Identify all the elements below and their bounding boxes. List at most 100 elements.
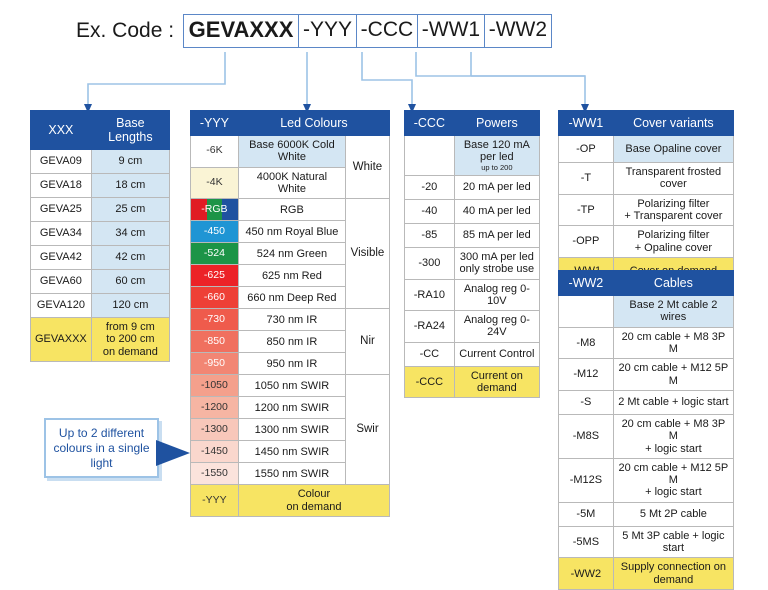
row-value: 850 nm IR bbox=[237, 330, 347, 354]
row-code: GEVA60 bbox=[30, 269, 92, 294]
row-code: -5M bbox=[558, 501, 614, 527]
row-value: Current on demand bbox=[453, 365, 541, 399]
row-value: 42 cm bbox=[90, 245, 171, 270]
table-row: -6K Base 6000K Cold White White bbox=[190, 134, 390, 200]
table-row: -RGB RGB Visible bbox=[190, 198, 390, 310]
connector-ccc bbox=[361, 52, 413, 108]
row-group-label: Swir bbox=[345, 374, 390, 486]
row-code-swatch: -4K bbox=[190, 166, 239, 200]
row-value: Colour on demand bbox=[237, 484, 391, 517]
row-code-swatch: -RGB bbox=[190, 198, 239, 222]
row-value: Base 120 mA per led up to 200 bbox=[453, 135, 541, 176]
row-code: -TP bbox=[558, 193, 614, 227]
row-value: 2 Mt cable + logic start bbox=[612, 389, 735, 415]
diagram-canvas: Ex. Code : GEVAXXX -YYY -CCC -WW1 -WW2 X… bbox=[0, 0, 768, 590]
table-row: -T Transparent frosted cover bbox=[558, 162, 735, 195]
row-code: -M12 bbox=[558, 358, 614, 391]
table-row: GEVA09 9 cm bbox=[30, 149, 171, 174]
row-value: 9 cm bbox=[90, 149, 171, 174]
table-row: -TP Polarizing filter + Transparent cover bbox=[558, 193, 735, 227]
table-body: GEVA09 9 cm GEVA18 18 cm GEVA25 25 cm GEVA34 34… bbox=[30, 149, 171, 362]
table-header-row: XXX Base Lengths bbox=[30, 110, 171, 150]
table-row: GEVA60 60 cm bbox=[30, 269, 171, 294]
row-code-swatch: -1200 bbox=[190, 396, 239, 420]
col-header-ww2: -WW2 bbox=[558, 270, 614, 296]
table-header-row: -WW1 Cover variants bbox=[558, 110, 735, 136]
table-row: -CC Current Control bbox=[404, 341, 541, 367]
table-row: -RA24 Analog reg 0-24V bbox=[404, 310, 541, 343]
table-row: -40 40 mA per led bbox=[404, 198, 541, 224]
table-row: -OPP Polarizing filter + Opaline cover bbox=[558, 225, 735, 258]
row-value: Base 6000K Cold White bbox=[237, 135, 347, 168]
row-code: -M8 bbox=[558, 326, 614, 360]
col-header-cables: Cables bbox=[612, 270, 735, 296]
table-row: -CCC Current on demand bbox=[404, 365, 541, 399]
row-value: Analog reg 0-10V bbox=[453, 278, 541, 312]
row-code: GEVA09 bbox=[30, 149, 92, 174]
row-value: 450 nm Royal Blue bbox=[237, 220, 347, 244]
table-row: -OP Base Opaline cover bbox=[558, 135, 735, 163]
row-value: Polarizing filter + Opaline cover bbox=[612, 225, 735, 258]
row-value: 4000K Natural White bbox=[237, 166, 347, 200]
row-code-swatch: -1050 bbox=[190, 374, 239, 398]
row-value-sub: up to 200 bbox=[481, 162, 513, 172]
table-row: GEVA120 120 cm bbox=[30, 293, 171, 318]
row-code: -WW2 bbox=[558, 557, 614, 590]
row-value: Polarizing filter + Transparent cover bbox=[612, 193, 735, 227]
row-value: 18 cm bbox=[90, 173, 171, 198]
table-row: Base 2 Mt cable 2 wires bbox=[558, 295, 735, 328]
table-row: GEVA34 34 cm bbox=[30, 221, 171, 246]
row-value: 40 mA per led bbox=[453, 198, 541, 224]
table-row: -300 300 mA per led only strobe use bbox=[404, 246, 541, 280]
row-value: Analog reg 0-24V bbox=[453, 310, 541, 343]
table-row: -RA10 Analog reg 0-10V bbox=[404, 278, 541, 312]
row-code: -300 bbox=[404, 246, 455, 280]
row-code: -CCC bbox=[404, 365, 455, 399]
table-row: -85 85 mA per led bbox=[404, 222, 541, 248]
row-code: -OP bbox=[558, 135, 614, 163]
connector-gevaxxx bbox=[87, 52, 226, 108]
table-row: -M12 20 cm cable + M12 5P M bbox=[558, 358, 735, 391]
table-row: Base 120 mA per led up to 200 bbox=[404, 135, 541, 176]
table-row: GEVA42 42 cm bbox=[30, 245, 171, 270]
table-body: Base 2 Mt cable 2 wires -M8 20 cm cable + … bbox=[558, 295, 735, 590]
row-code: -M8S bbox=[558, 413, 614, 459]
row-code: -CC bbox=[404, 341, 455, 367]
row-value: 20 cm cable + M8 3P M bbox=[612, 326, 735, 360]
row-value: Base Opaline cover bbox=[612, 135, 735, 163]
table-row: -730 730 nm IR Nir bbox=[190, 308, 390, 376]
table-row: -M8 20 cm cable + M8 3P M bbox=[558, 326, 735, 360]
row-code-swatch: -625 bbox=[190, 264, 239, 288]
table-row: -5M 5 Mt 2P cable bbox=[558, 501, 735, 527]
table-header-row: -WW2 Cables bbox=[558, 270, 735, 296]
table-body: -OP Base Opaline cover -T Transparent frost… bbox=[558, 135, 735, 285]
row-value: 25 cm bbox=[90, 197, 171, 222]
row-group-label: Nir bbox=[345, 308, 390, 376]
connector-ww1 bbox=[415, 52, 586, 108]
table-cover-variants: -WW1 Cover variants -OP Base Opaline cove… bbox=[558, 110, 735, 285]
row-value: 5 Mt 3P cable + logic start bbox=[612, 525, 735, 559]
row-value: 625 nm Red bbox=[237, 264, 347, 288]
row-value: from 9 cm to 200 cm on demand bbox=[90, 317, 171, 362]
table-row: GEVAXXX from 9 cm to 200 cm on demand bbox=[30, 317, 171, 362]
callout-text: Up to 2 different colours in a single li… bbox=[53, 425, 150, 470]
row-value: 120 cm bbox=[90, 293, 171, 318]
row-value: 950 nm IR bbox=[237, 352, 347, 376]
table-row: -YYY Colour on demand bbox=[190, 484, 391, 517]
callout-arrow-icon bbox=[156, 440, 190, 466]
table-row: -20 20 mA per led bbox=[404, 174, 541, 200]
row-code: -85 bbox=[404, 222, 455, 248]
row-value: Transparent frosted cover bbox=[612, 162, 735, 195]
table-powers: -CCC Powers Base 120 mA per led up to 200… bbox=[404, 110, 541, 399]
row-code: GEVA42 bbox=[30, 245, 92, 270]
table-header-row: -CCC Powers bbox=[404, 110, 541, 136]
row-value: 1550 nm SWIR bbox=[237, 462, 347, 486]
row-group-label: Visible bbox=[345, 198, 390, 310]
table-cables: -WW2 Cables Base 2 Mt cable 2 wires -M8 20… bbox=[558, 270, 735, 590]
row-group-label: White bbox=[345, 134, 390, 200]
table-row: GEVA25 25 cm bbox=[30, 197, 171, 222]
table-row: -S 2 Mt cable + logic start bbox=[558, 389, 735, 415]
row-code: -RA24 bbox=[404, 310, 455, 343]
col-header-yyy: -YYY bbox=[190, 110, 239, 136]
row-code bbox=[404, 135, 455, 176]
